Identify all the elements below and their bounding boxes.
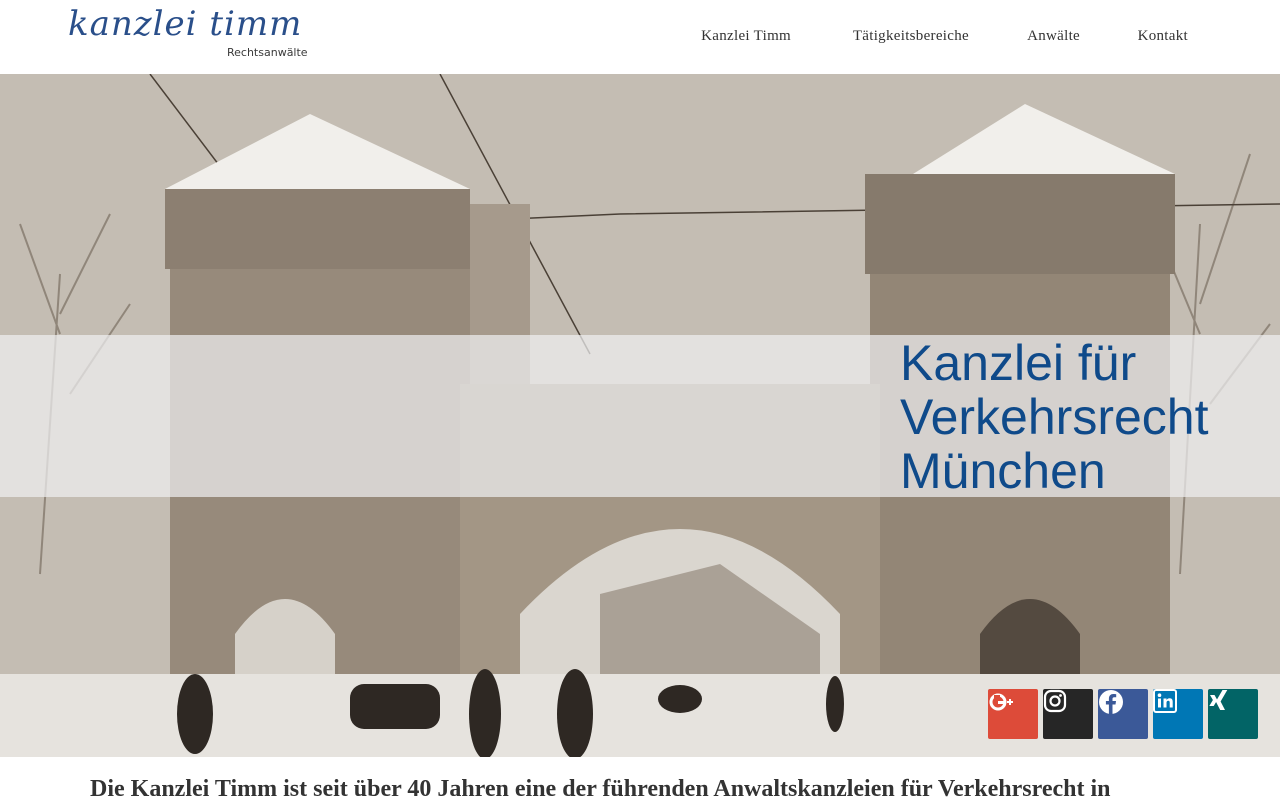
nav-item-anwaelte[interactable]: Anwälte [1027, 28, 1080, 45]
headline-line: München [900, 443, 1106, 499]
facebook-button[interactable] [1098, 689, 1148, 739]
nav-item-kontakt[interactable]: Kontakt [1138, 28, 1188, 45]
google-plus-button[interactable] [988, 689, 1038, 739]
hero-headline: Kanzlei für Verkehrsrecht München [900, 336, 1270, 498]
headline-line: Kanzlei für [900, 335, 1137, 391]
xing-button[interactable] [1208, 689, 1258, 739]
nav-item-taetigkeitsbereiche[interactable]: Tätigkeitsbereiche [853, 28, 969, 45]
nav-item-kanzlei-timm[interactable]: Kanzlei Timm [701, 28, 791, 45]
hero-section: Kanzlei für Verkehrsrecht München [0, 74, 1280, 757]
logo[interactable]: kanzlei timm Rechtsanwälte [68, 4, 312, 66]
logo-subtitle: Rechtsanwälte [227, 46, 308, 59]
instagram-button[interactable] [1043, 689, 1093, 739]
site-header: kanzlei timm Rechtsanwälte Kanzlei Timm … [0, 0, 1280, 74]
headline-line: Verkehrsrecht [900, 389, 1209, 445]
linkedin-button[interactable] [1153, 689, 1203, 739]
logo-script-text: kanzlei timm [68, 4, 303, 44]
intro-text: Die Kanzlei Timm ist seit über 40 Jahren… [90, 776, 1111, 802]
